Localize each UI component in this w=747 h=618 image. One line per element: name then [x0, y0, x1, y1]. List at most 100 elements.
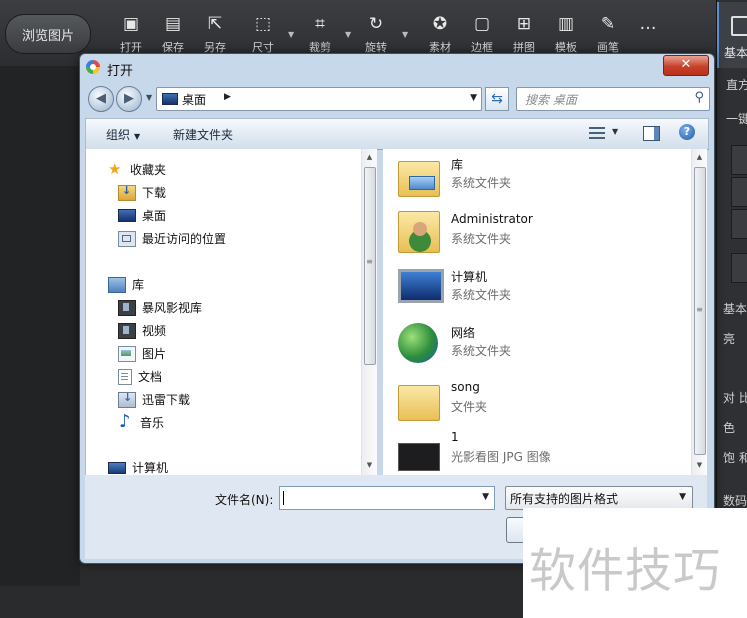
breadcrumb[interactable]: 桌面 [182, 91, 206, 108]
app-logo-icon [86, 60, 100, 74]
forward-button[interactable]: ▶ [116, 86, 142, 112]
nav-computer[interactable]: 计算机 [108, 459, 168, 475]
crop-icon: ⌗ [315, 14, 325, 34]
scroll-up-icon[interactable]: ▲ [362, 153, 377, 161]
search-input[interactable]: 搜索 桌面 ⚲ [516, 87, 710, 111]
view-options-icon[interactable] [589, 127, 605, 139]
navigation-pane: 收藏夹 下载 桌面 最近访问的位置 库 暴风影视库 视频 图片 [85, 149, 368, 475]
chevron-down-icon[interactable]: ▼ [482, 492, 489, 502]
nav-xunlei-downloads[interactable]: 迅雷下载 [118, 391, 190, 408]
save-icon: ▤ [164, 14, 182, 34]
chevron-down-icon[interactable]: ▼ [612, 127, 618, 136]
panel-button[interactable] [731, 145, 747, 175]
scroll-up-icon[interactable]: ▲ [692, 153, 707, 161]
panel-button[interactable] [731, 209, 747, 239]
chevron-down-icon[interactable]: ▼ [470, 93, 477, 103]
open-file-dialog: 打开 ✕ ◀ ▶ ▼ 桌面 ▶ ▼ ⇆ 搜索 桌面 ⚲ 组织 ▼ 新建文件夹 ▼ … [79, 53, 715, 564]
list-item[interactable]: 库 系统文件夹 [383, 149, 683, 201]
watermark: 软件技巧 [523, 508, 747, 618]
tool-rotate[interactable]: ↻ 旋转 [357, 14, 395, 55]
tool-more[interactable]: … [629, 14, 667, 34]
close-button[interactable]: ✕ [663, 55, 709, 76]
search-icon[interactable]: ⚲ [694, 90, 704, 105]
digital-label: 数码 [723, 494, 747, 508]
tool-open[interactable]: ▣ 打开 [112, 14, 150, 55]
xunlei-download-icon [118, 391, 136, 408]
grip-icon: ≡ [696, 305, 703, 314]
dialog-title: 打开 [107, 64, 134, 79]
saturation-label: 饱 和 [723, 451, 747, 465]
list-item[interactable]: Administrator 系统文件夹 [383, 205, 683, 257]
one-click-label: 一键 [726, 112, 747, 126]
dialog-titlebar[interactable]: 打开 ✕ [80, 54, 714, 84]
nav-pane-scrollbar[interactable]: ▲ ≡ ▼ [361, 149, 377, 475]
tool-collage[interactable]: ⊞ 拼图 [505, 14, 543, 55]
refresh-button[interactable]: ⇆ [485, 87, 509, 111]
video-library-icon [118, 299, 136, 316]
preview-pane-icon[interactable] [643, 126, 660, 141]
list-item[interactable]: 计算机 系统文件夹 [383, 261, 683, 313]
downloads-folder-icon [118, 184, 136, 201]
filename-input[interactable]: ▼ [279, 486, 495, 510]
command-bar: 组织 ▼ 新建文件夹 ▼ ? [85, 118, 709, 150]
nav-desktop[interactable]: 桌面 [118, 207, 166, 224]
user-folder-icon [398, 211, 440, 253]
panel-button[interactable] [731, 253, 747, 283]
scroll-thumb[interactable] [364, 167, 376, 365]
collage-icon: ⊞ [516, 14, 532, 34]
tool-sticker[interactable]: ✪ 素材 [421, 14, 459, 55]
list-item[interactable]: 网络 系统文件夹 [383, 317, 683, 369]
chevron-down-icon[interactable]: ▼ [288, 30, 294, 39]
watermark-text: 软件技巧 [529, 544, 721, 599]
scroll-down-icon[interactable]: ▼ [692, 461, 707, 469]
nav-videos[interactable]: 视频 [118, 322, 166, 339]
chevron-down-icon: ▼ [134, 132, 141, 141]
nav-downloads[interactable]: 下载 [118, 184, 166, 201]
nav-music[interactable]: 音乐 [118, 411, 164, 432]
brightness-label: 亮 [723, 332, 736, 346]
breadcrumb-arrow-icon[interactable]: ▶ [224, 92, 231, 102]
library-icon [108, 276, 126, 293]
filename-label: 文件名(N): [215, 493, 274, 507]
chevron-down-icon: ▼ [679, 492, 686, 502]
tool-template[interactable]: ▥ 模板 [547, 14, 585, 55]
help-icon[interactable]: ? [679, 124, 695, 140]
tool-brush[interactable]: ✎ 画笔 [589, 14, 627, 55]
nav-libraries[interactable]: 库 [108, 276, 144, 293]
contrast-label: 对 比 [723, 391, 747, 405]
recent-pages-dropdown[interactable]: ▼ [146, 93, 152, 102]
file-type-select[interactable]: 所有支持的图片格式 ▼ [505, 486, 693, 510]
computer-icon [108, 461, 126, 474]
file-list-scrollbar[interactable]: ▲ ≡ ▼ [691, 149, 707, 475]
organize-button[interactable]: 组织 ▼ [106, 126, 140, 143]
browse-images-button[interactable]: 浏览图片 [5, 14, 91, 54]
nav-pictures[interactable]: 图片 [118, 345, 166, 362]
tool-resize[interactable]: ⬚ 尺寸 [244, 14, 282, 55]
nav-favorites[interactable]: 收藏夹 [108, 160, 166, 178]
file-list: 库 系统文件夹 Administrator 系统文件夹 计算机 系统文件夹 网络… [383, 149, 691, 475]
grip-icon: ≡ [366, 257, 373, 266]
brush-icon: ✎ [600, 14, 616, 34]
list-item[interactable]: 1 光影看图 JPG 图像 [383, 423, 683, 475]
nav-storm-library[interactable]: 暴风影视库 [118, 299, 202, 316]
back-button[interactable]: ◀ [88, 86, 114, 112]
new-folder-button[interactable]: 新建文件夹 [173, 126, 233, 143]
tool-frame[interactable]: ▢ 边框 [463, 14, 501, 55]
library-folder-icon [398, 161, 440, 197]
chevron-down-icon[interactable]: ▼ [402, 30, 408, 39]
desktop-icon [162, 93, 178, 105]
scroll-down-icon[interactable]: ▼ [362, 461, 377, 469]
tool-save[interactable]: ▤ 保存 [154, 14, 192, 55]
tool-save-as[interactable]: ⇱ 另存 [196, 14, 234, 55]
list-item[interactable]: song 文件夹 [383, 373, 683, 425]
tab-basic-adjust[interactable]: 基本调 [717, 2, 747, 68]
canvas-area [0, 66, 80, 586]
panel-button[interactable] [731, 177, 747, 207]
nav-recent-places[interactable]: 最近访问的位置 [118, 230, 226, 247]
chevron-down-icon[interactable]: ▼ [345, 30, 351, 39]
more-icon: … [639, 14, 657, 34]
star-icon [108, 160, 124, 178]
tool-crop[interactable]: ⌗ 裁剪 [301, 14, 339, 55]
address-bar[interactable]: 桌面 ▶ ▼ [156, 87, 482, 111]
nav-documents[interactable]: 文档 [118, 368, 162, 385]
